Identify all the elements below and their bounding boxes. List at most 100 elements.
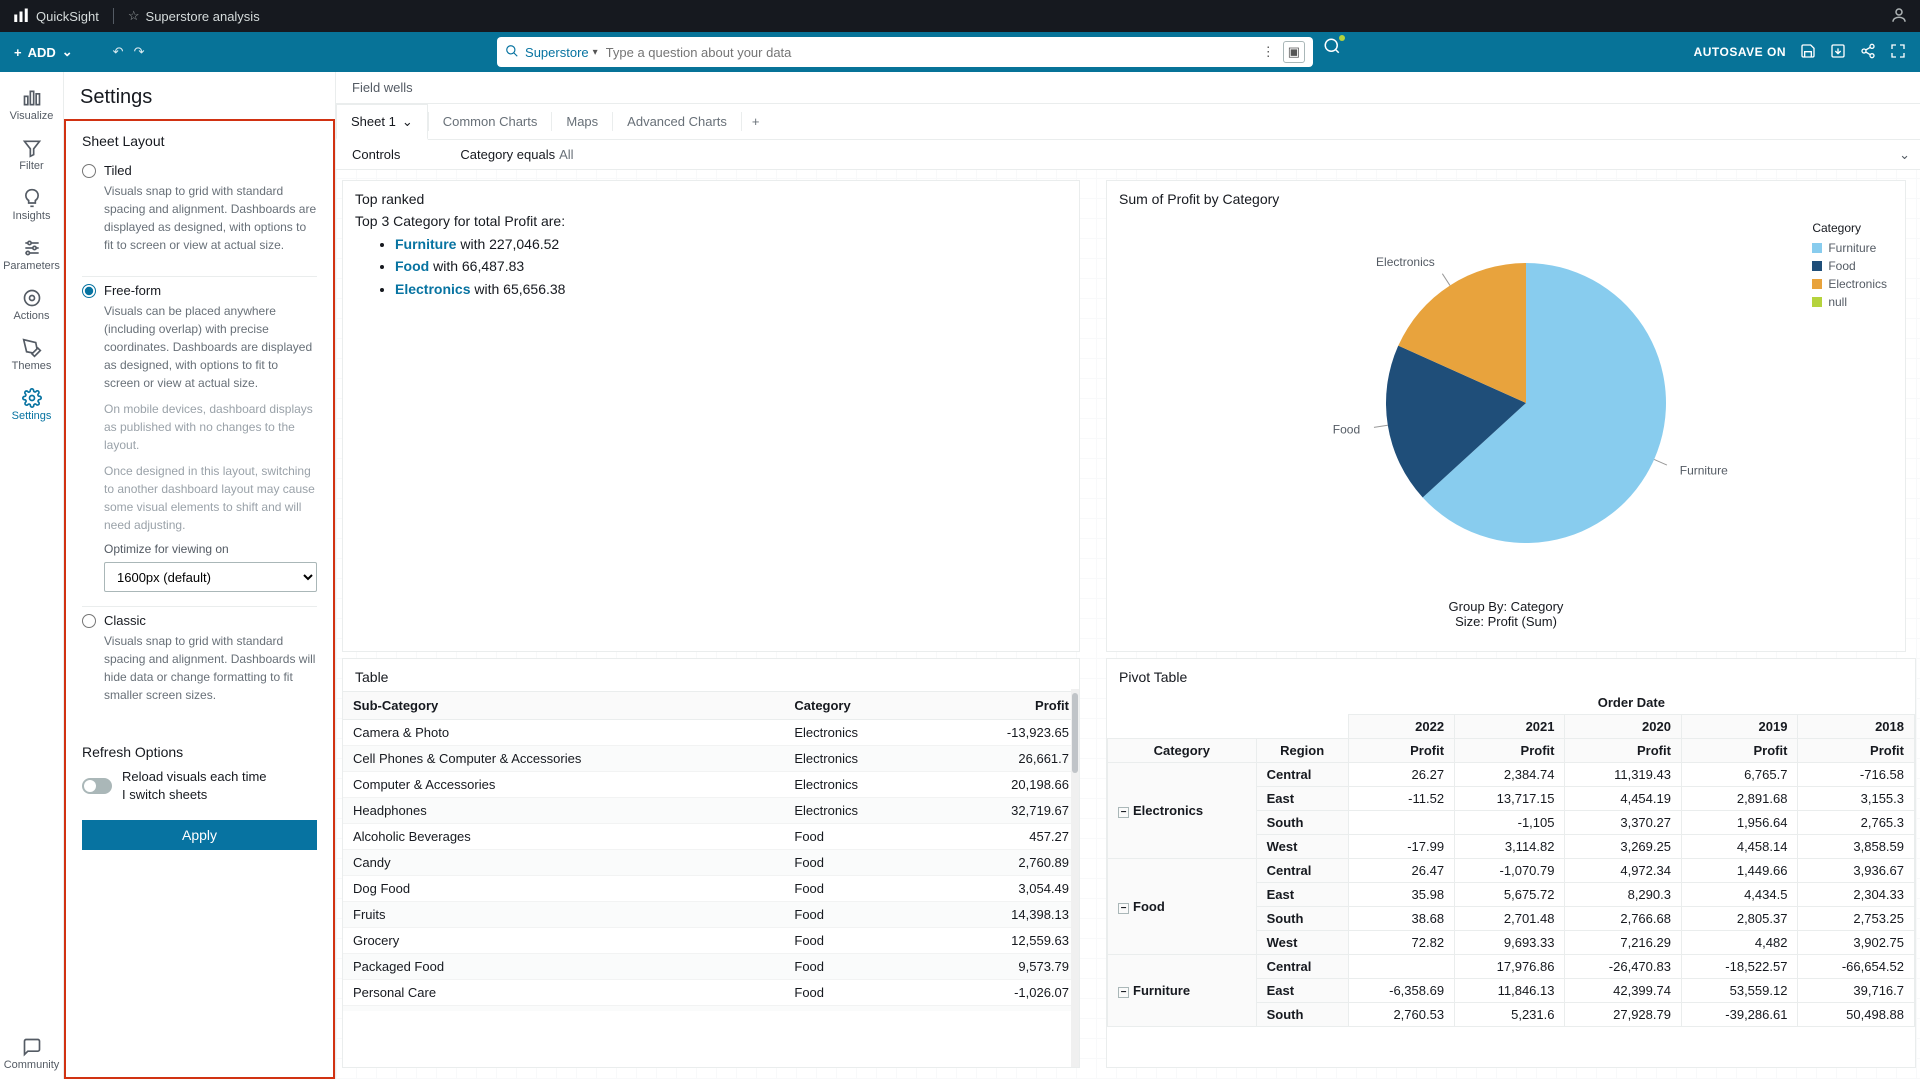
table-row[interactable]: SeafoodFood2,901.98 xyxy=(343,1006,1079,1012)
radio-classic[interactable] xyxy=(82,614,96,628)
star-icon[interactable]: ☆ xyxy=(128,8,140,24)
analysis-name[interactable]: Superstore analysis xyxy=(146,9,260,24)
table-row[interactable]: CandyFood2,760.89 xyxy=(343,850,1079,876)
visual-topranked[interactable]: Top ranked Top 3 Category for total Prof… xyxy=(342,180,1080,652)
field-wells-bar[interactable]: Field wells xyxy=(336,72,1920,104)
pivot-col-header[interactable]: Region xyxy=(1256,739,1348,763)
table-row[interactable]: FruitsFood14,398.13 xyxy=(343,902,1079,928)
filter-name[interactable]: Category equals xyxy=(460,147,555,162)
pivot-region-cell[interactable]: Central xyxy=(1256,859,1348,883)
rail-insights[interactable]: Insights xyxy=(0,180,63,230)
pivot-profit-header[interactable]: Profit xyxy=(1455,739,1565,763)
rail-filter[interactable]: Filter xyxy=(0,130,63,180)
rail-settings[interactable]: Settings xyxy=(0,380,63,430)
undo-icon[interactable]: ↶ xyxy=(113,44,124,60)
tab-common-charts[interactable]: Common Charts xyxy=(429,104,552,139)
table-header[interactable]: Category xyxy=(784,692,933,720)
radio-classic-label[interactable]: Classic xyxy=(104,613,146,628)
pivot-region-cell[interactable]: East xyxy=(1256,883,1348,907)
legend-item[interactable]: Food xyxy=(1812,259,1887,273)
radio-freeform-label[interactable]: Free-form xyxy=(104,283,161,298)
tab-advanced-charts[interactable]: Advanced Charts xyxy=(613,104,741,139)
pivot-category-cell[interactable]: −Furniture xyxy=(1108,955,1257,1027)
chevron-down-icon[interactable]: ⌄ xyxy=(1899,147,1910,163)
topranked-link[interactable]: Electronics xyxy=(395,281,470,297)
controls-label[interactable]: Controls xyxy=(340,147,412,162)
add-button[interactable]: + ADD ⌄ xyxy=(14,44,73,60)
table-row[interactable]: Alcoholic BeveragesFood457.27 xyxy=(343,824,1079,850)
export-icon[interactable] xyxy=(1830,43,1846,62)
datasource-name[interactable]: Superstore xyxy=(525,45,589,60)
collapse-icon[interactable]: − xyxy=(1118,987,1129,998)
add-sheet-button[interactable]: + xyxy=(742,104,770,139)
tab-maps[interactable]: Maps xyxy=(552,104,612,139)
rail-community[interactable]: Community xyxy=(0,1029,63,1079)
apply-button[interactable]: Apply xyxy=(82,820,317,850)
pivot-category-cell[interactable]: −Electronics xyxy=(1108,763,1257,859)
table-row[interactable]: Packaged FoodFood9,573.79 xyxy=(343,954,1079,980)
search-input[interactable] xyxy=(606,45,1262,60)
pivot-profit-header[interactable]: Profit xyxy=(1348,739,1454,763)
autosave-status[interactable]: AUTOSAVE ON xyxy=(1694,45,1786,59)
pivot-row[interactable]: −FurnitureCentral17,976.86-26,470.83-18,… xyxy=(1108,955,1915,979)
topranked-link[interactable]: Furniture xyxy=(395,236,456,252)
table-row[interactable]: Dog FoodFood3,054.49 xyxy=(343,876,1079,902)
pivot-profit-header[interactable]: Profit xyxy=(1681,739,1797,763)
pivot-region-cell[interactable]: Central xyxy=(1256,955,1348,979)
table-row[interactable]: HeadphonesElectronics32,719.67 xyxy=(343,798,1079,824)
pivot-region-cell[interactable]: South xyxy=(1256,811,1348,835)
topranked-link[interactable]: Food xyxy=(395,258,429,274)
chevron-down-icon[interactable]: ⌄ xyxy=(402,114,413,130)
fullscreen-icon[interactable] xyxy=(1890,43,1906,62)
ask-data-search[interactable]: Superstore ▾ ⋮ ▣ xyxy=(497,37,1313,67)
pivot-row[interactable]: −ElectronicsCentral26.272,384.7411,319.4… xyxy=(1108,763,1915,787)
pivot-region-cell[interactable]: South xyxy=(1256,1003,1348,1027)
pivot-profit-header[interactable]: Profit xyxy=(1565,739,1681,763)
pivot-region-cell[interactable]: East xyxy=(1256,787,1348,811)
scrollbar[interactable] xyxy=(1071,689,1079,1067)
q-icon[interactable] xyxy=(1323,37,1341,67)
pivot-region-cell[interactable]: South xyxy=(1256,907,1348,931)
share-icon[interactable] xyxy=(1860,43,1876,62)
table-row[interactable]: Camera & PhotoElectronics-13,923.65 xyxy=(343,720,1079,746)
rail-parameters[interactable]: Parameters xyxy=(0,230,63,280)
table-header[interactable]: Sub-Category xyxy=(343,692,784,720)
optimize-select[interactable]: 1600px (default) xyxy=(104,562,317,592)
rail-themes[interactable]: Themes xyxy=(0,330,63,380)
reload-toggle[interactable] xyxy=(82,778,112,794)
table-row[interactable]: Computer & AccessoriesElectronics20,198.… xyxy=(343,772,1079,798)
visual-pie[interactable]: Sum of Profit by Category FurnitureFoodE… xyxy=(1106,180,1906,652)
radio-freeform[interactable] xyxy=(82,284,96,298)
legend-item[interactable]: Electronics xyxy=(1812,277,1887,291)
chevron-down-icon[interactable]: ▾ xyxy=(593,47,598,58)
pivot-row[interactable]: −FoodCentral26.47-1,070.794,972.341,449.… xyxy=(1108,859,1915,883)
pivot-year-header[interactable]: 2018 xyxy=(1798,715,1915,739)
pivot-year-header[interactable]: 2021 xyxy=(1455,715,1565,739)
tab-sheet1[interactable]: Sheet 1⌄ xyxy=(336,104,428,140)
table-header[interactable]: Profit xyxy=(933,692,1079,720)
redo-icon[interactable]: ↷ xyxy=(134,44,145,60)
pivot-year-header[interactable]: 2022 xyxy=(1348,715,1454,739)
brand[interactable]: QuickSight xyxy=(12,7,99,25)
pivot-region-cell[interactable]: Central xyxy=(1256,763,1348,787)
visual-table[interactable]: Table Sub-CategoryCategoryProfit Camera … xyxy=(342,658,1080,1068)
rail-actions[interactable]: Actions xyxy=(0,280,63,330)
pivot-year-header[interactable]: 2020 xyxy=(1565,715,1681,739)
pivot-region-cell[interactable]: West xyxy=(1256,931,1348,955)
pivot-col-header[interactable]: Category xyxy=(1108,739,1257,763)
radio-tiled-label[interactable]: Tiled xyxy=(104,163,132,178)
legend-item[interactable]: Furniture xyxy=(1812,241,1887,255)
radio-tiled[interactable] xyxy=(82,164,96,178)
table-row[interactable]: GroceryFood12,559.63 xyxy=(343,928,1079,954)
rail-visualize[interactable]: Visualize xyxy=(0,80,63,130)
table-row[interactable]: Personal CareFood-1,026.07 xyxy=(343,980,1079,1006)
pivot-year-header[interactable]: 2019 xyxy=(1681,715,1797,739)
save-icon[interactable] xyxy=(1800,43,1816,62)
pivot-category-cell[interactable]: −Food xyxy=(1108,859,1257,955)
pin-icon[interactable]: ▣ xyxy=(1283,41,1305,63)
collapse-icon[interactable]: − xyxy=(1118,807,1129,818)
pivot-profit-header[interactable]: Profit xyxy=(1798,739,1915,763)
legend-item[interactable]: null xyxy=(1812,295,1887,309)
pivot-region-cell[interactable]: East xyxy=(1256,979,1348,1003)
user-icon[interactable] xyxy=(1890,6,1908,27)
